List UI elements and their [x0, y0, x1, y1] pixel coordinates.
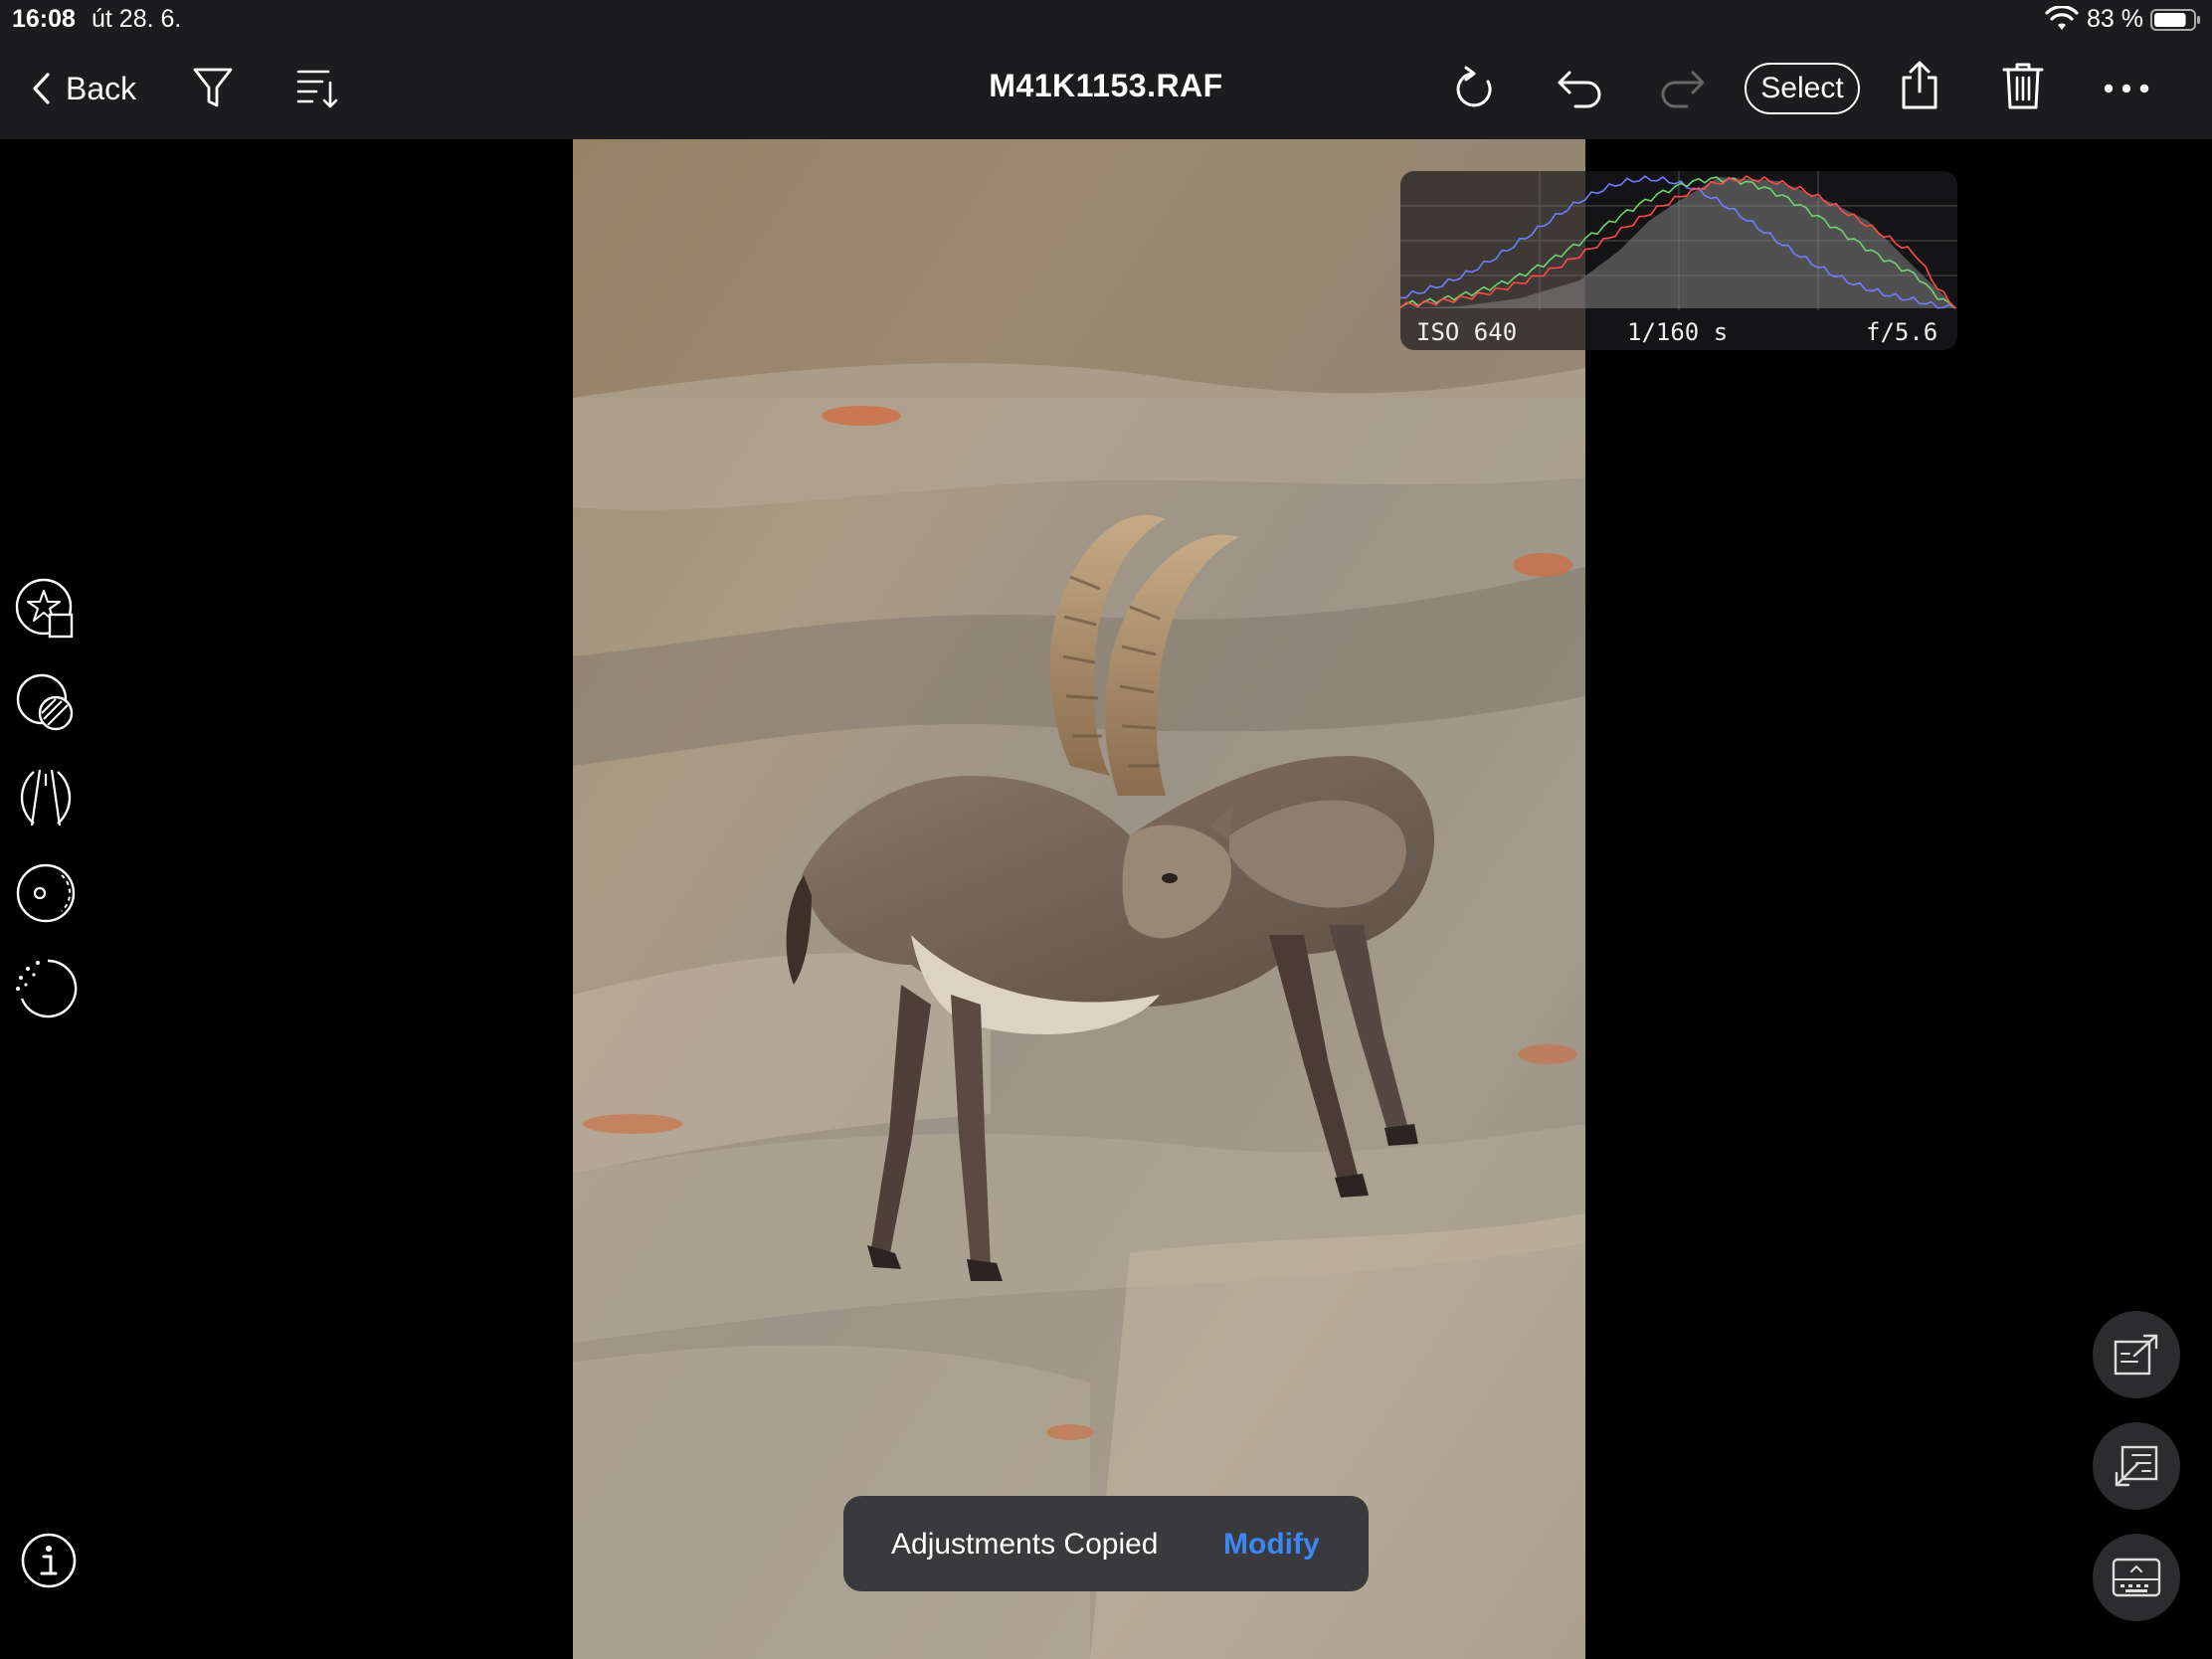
sort-icon	[296, 70, 338, 108]
redo-icon	[1661, 71, 1705, 108]
import-icon	[2115, 1445, 2158, 1487]
filter-button[interactable]	[183, 58, 243, 117]
back-label: Back	[66, 70, 137, 106]
rotate-icon	[1456, 66, 1492, 107]
more-icon	[2104, 84, 2149, 93]
star-rating-icon[interactable]	[14, 577, 78, 641]
trash-icon	[2002, 63, 2044, 109]
adjustments-copied-toast: Adjustments Copied Modify	[843, 1496, 1369, 1591]
sort-button[interactable]	[286, 58, 346, 117]
rotate-button[interactable]	[1446, 59, 1506, 118]
status-time: 16:08	[12, 5, 76, 33]
modify-button[interactable]: Modify	[1223, 1528, 1320, 1562]
chevron-left-icon	[33, 73, 50, 104]
toast-message: Adjustments Copied	[891, 1528, 1159, 1561]
filter-icon	[193, 68, 233, 107]
wifi-icon	[2045, 6, 2079, 30]
aperture-value: f/5.6	[1866, 318, 1938, 346]
undo-button[interactable]	[1550, 59, 1609, 118]
info-icon[interactable]	[20, 1532, 78, 1589]
lens-correction-icon[interactable]	[14, 766, 78, 830]
histogram-panel[interactable]: ISO 640 1/160 s f/5.6	[1400, 171, 1957, 350]
top-toolbar: Back M41K1153.RAF Select	[0, 38, 2212, 139]
battery-icon	[2150, 9, 2200, 31]
back-button[interactable]: Back	[30, 62, 136, 115]
more-button[interactable]	[2097, 59, 2156, 118]
redo-button[interactable]	[1653, 59, 1713, 118]
file-name-title: M41K1153.RAF	[989, 68, 1223, 103]
battery-percent: 83 %	[2087, 5, 2143, 33]
export-icon	[2114, 1334, 2158, 1376]
import-button[interactable]	[2093, 1422, 2180, 1510]
share-button[interactable]	[1890, 56, 1949, 115]
exif-bar: ISO 640 1/160 s f/5.6	[1400, 310, 1957, 350]
vignette-icon[interactable]	[14, 861, 78, 925]
shutter-value: 1/160 s	[1627, 318, 1729, 346]
photo-canvas[interactable]	[573, 139, 1585, 1659]
undo-icon	[1558, 71, 1601, 108]
status-bar: 16:08 út 28. 6. 83 %	[0, 0, 2212, 38]
radial-dots-icon[interactable]	[14, 957, 78, 1020]
iso-value: ISO 640	[1416, 318, 1518, 346]
keyboard-panel-icon	[2112, 1558, 2161, 1597]
select-button[interactable]: Select	[1745, 63, 1860, 114]
share-icon	[1902, 61, 1937, 109]
export-button[interactable]	[2093, 1311, 2180, 1398]
keyboard-panel-button[interactable]	[2093, 1534, 2180, 1621]
ibex-photo	[573, 139, 1585, 1659]
delete-button[interactable]	[1993, 56, 2053, 115]
mask-icon[interactable]	[14, 671, 78, 735]
status-date: út 28. 6.	[92, 5, 182, 33]
histogram-chart	[1400, 171, 1957, 310]
